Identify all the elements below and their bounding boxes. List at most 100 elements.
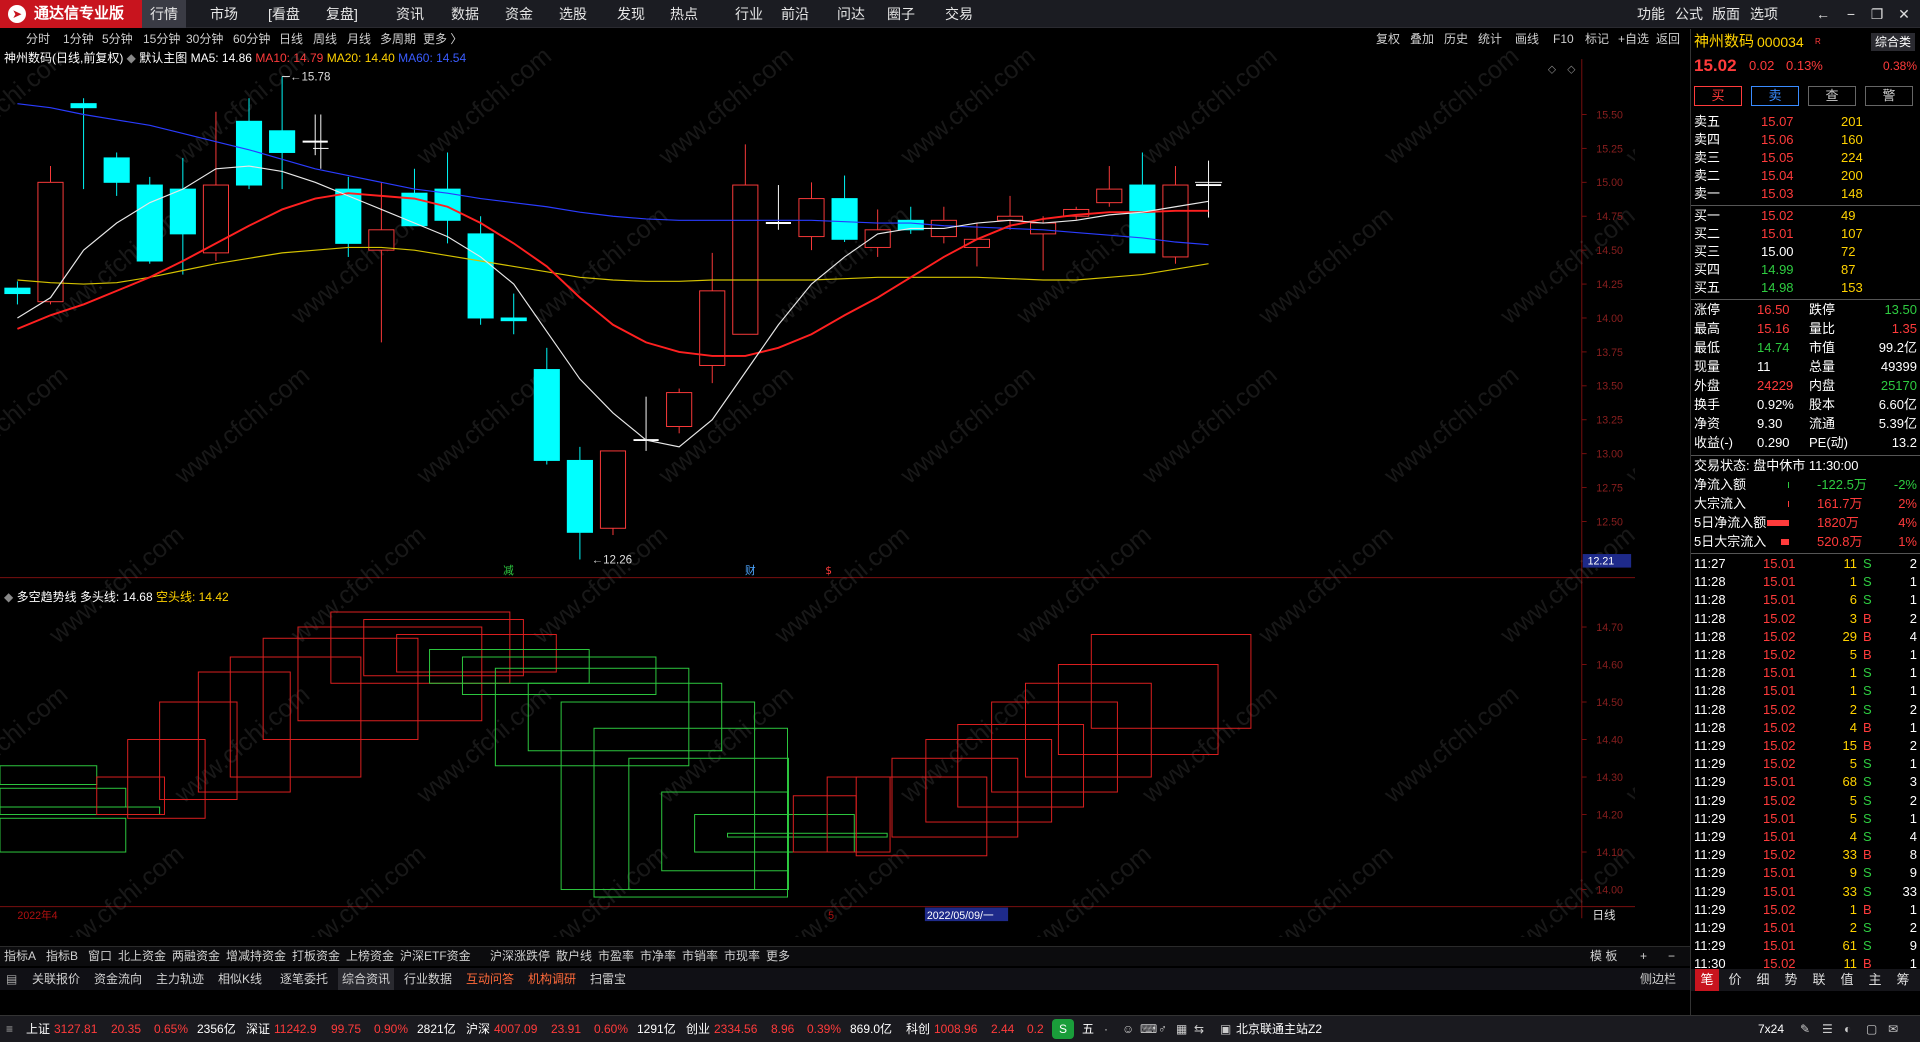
status-menu-icon[interactable]: ≡: [6, 1016, 13, 1042]
indicator-tab-11[interactable]: 市盈率: [598, 947, 634, 966]
candle[interactable]: [765, 185, 791, 230]
candle[interactable]: [633, 396, 659, 451]
period-10[interactable]: 更多 〉: [423, 29, 462, 49]
candle[interactable]: [566, 446, 593, 560]
indicator-tab-0[interactable]: 指标A: [4, 947, 36, 966]
candle[interactable]: [500, 293, 527, 335]
info-tab-5[interactable]: 综合资讯: [338, 968, 395, 990]
menu-14[interactable]: 交易: [937, 0, 981, 28]
info-tab-2[interactable]: 主力轨迹: [152, 968, 208, 990]
status-tool-icon[interactable]: ☰: [1822, 1016, 1833, 1042]
x-label-period[interactable]: 日线: [1592, 908, 1616, 922]
period-2[interactable]: 5分钟: [102, 29, 133, 49]
ime-tool-icon[interactable]: ▦: [1176, 1016, 1187, 1042]
candle[interactable]: [1030, 216, 1057, 271]
indicator-tab-13[interactable]: 市销率: [682, 947, 718, 966]
status-tool-icon[interactable]: ✉: [1888, 1016, 1898, 1042]
menu-0[interactable]: 行情: [142, 0, 186, 28]
chart-tool-3[interactable]: 统计: [1478, 29, 1502, 49]
chart-tool-7[interactable]: +自选: [1618, 29, 1649, 49]
menu-4[interactable]: 资讯: [388, 0, 432, 28]
menu-9[interactable]: 热点: [662, 0, 706, 28]
period-4[interactable]: 30分钟: [186, 29, 223, 49]
period-5[interactable]: 60分钟: [233, 29, 270, 49]
panel-tab-1[interactable]: 价: [1723, 969, 1747, 991]
status-tool-icon[interactable]: ◐: [1844, 1016, 1851, 1042]
candle[interactable]: [1162, 166, 1189, 264]
sector-name[interactable]: 综合类: [1871, 33, 1916, 51]
tabbar1-right-1[interactable]: +: [1640, 947, 1647, 966]
indicator-tab-10[interactable]: 散户线: [556, 947, 592, 966]
candle[interactable]: [1096, 166, 1123, 207]
indicator-tab-4[interactable]: 两融资金: [172, 947, 220, 966]
trade-button-0[interactable]: 买: [1694, 86, 1742, 106]
index-name[interactable]: 沪深: [466, 1016, 490, 1042]
trade-button-2[interactable]: 查: [1808, 86, 1856, 106]
ime-tool-icon[interactable]: ♂: [1158, 1016, 1167, 1042]
back-icon[interactable]: ←: [1812, 0, 1834, 28]
indicator-tab-8[interactable]: 沪深ETF资金: [400, 947, 471, 966]
menu-2[interactable]: [看盘: [260, 0, 308, 28]
period-0[interactable]: 分时: [26, 29, 50, 49]
chart-option-icon[interactable]: ◇: [1548, 64, 1557, 76]
ime-tool-icon[interactable]: ·: [1104, 1016, 1108, 1042]
chart-option-icon[interactable]: ◇: [1567, 64, 1576, 76]
candle[interactable]: [599, 450, 627, 536]
panel-tab-2[interactable]: 细: [1751, 969, 1775, 991]
period-3[interactable]: 15分钟: [143, 29, 180, 49]
indicator-tab-14[interactable]: 市现率: [724, 947, 760, 966]
status-tool-icon[interactable]: ✎: [1800, 1016, 1810, 1042]
index-name[interactable]: 科创: [906, 1016, 930, 1042]
index-name[interactable]: 上证: [26, 1016, 50, 1042]
chart-tool-6[interactable]: 标记: [1585, 29, 1609, 49]
period-6[interactable]: 日线: [279, 29, 303, 49]
candle[interactable]: [335, 176, 362, 257]
info-tab-3[interactable]: 相似K线: [214, 968, 266, 990]
menu-13[interactable]: 圈子: [879, 0, 923, 28]
candle[interactable]: [103, 152, 130, 196]
ime-tool-icon[interactable]: ⇆: [1194, 1016, 1204, 1042]
candle[interactable]: [136, 176, 163, 264]
menu-1[interactable]: 市场: [202, 0, 246, 28]
period-1[interactable]: 1分钟: [63, 29, 94, 49]
chart-tool-0[interactable]: 复权: [1376, 29, 1400, 49]
candle[interactable]: [1195, 160, 1222, 218]
chart-tool-1[interactable]: 叠加: [1410, 29, 1434, 49]
clock-label[interactable]: 7x24: [1758, 1016, 1784, 1042]
menu-8[interactable]: 发现: [609, 0, 653, 28]
menu-11[interactable]: 前沿: [773, 0, 817, 28]
candle[interactable]: [699, 252, 726, 384]
indicator-tab-12[interactable]: 市净率: [640, 947, 676, 966]
candle[interactable]: [666, 388, 693, 434]
ime-logo-icon[interactable]: S: [1052, 1019, 1074, 1039]
indicator-tab-9[interactable]: 沪深涨跌停: [490, 947, 550, 966]
trade-button-1[interactable]: 卖: [1751, 86, 1799, 106]
info-tab-7[interactable]: 互动问答: [462, 968, 518, 990]
tabbar2-menu-icon[interactable]: ▤: [6, 968, 17, 990]
event-mark-0[interactable]: 减: [503, 564, 514, 577]
period-8[interactable]: 月线: [347, 29, 371, 49]
candle[interactable]: [434, 152, 461, 244]
info-tab-8[interactable]: 机构调研: [524, 968, 580, 990]
period-7[interactable]: 周线: [313, 29, 337, 49]
candle[interactable]: [4, 281, 31, 305]
info-tab-6[interactable]: 行业数据: [400, 968, 456, 990]
menu-10[interactable]: 行业: [727, 0, 771, 28]
menu-6[interactable]: 资金: [497, 0, 541, 28]
restore-icon[interactable]: ❐: [1866, 0, 1888, 28]
ime-mode[interactable]: 五: [1082, 1016, 1094, 1042]
index-name[interactable]: 深证: [246, 1016, 270, 1042]
info-tab-4[interactable]: 逐笔委托: [276, 968, 332, 990]
candle[interactable]: [831, 175, 858, 243]
minimize-icon[interactable]: −: [1840, 0, 1862, 28]
candle[interactable]: [467, 216, 494, 325]
info-tab-0[interactable]: 关联报价: [28, 968, 84, 990]
tabbar1-right-2[interactable]: −: [1668, 947, 1675, 966]
candle[interactable]: [798, 182, 825, 251]
info-tab-1[interactable]: 资金流向: [90, 968, 146, 990]
menu-7[interactable]: 选股: [551, 0, 595, 28]
candle[interactable]: [70, 98, 97, 190]
info-tab-9[interactable]: 扫雷宝: [586, 968, 630, 990]
right-menu-2[interactable]: 版面: [1712, 0, 1740, 28]
right-menu-1[interactable]: 公式: [1675, 0, 1703, 28]
